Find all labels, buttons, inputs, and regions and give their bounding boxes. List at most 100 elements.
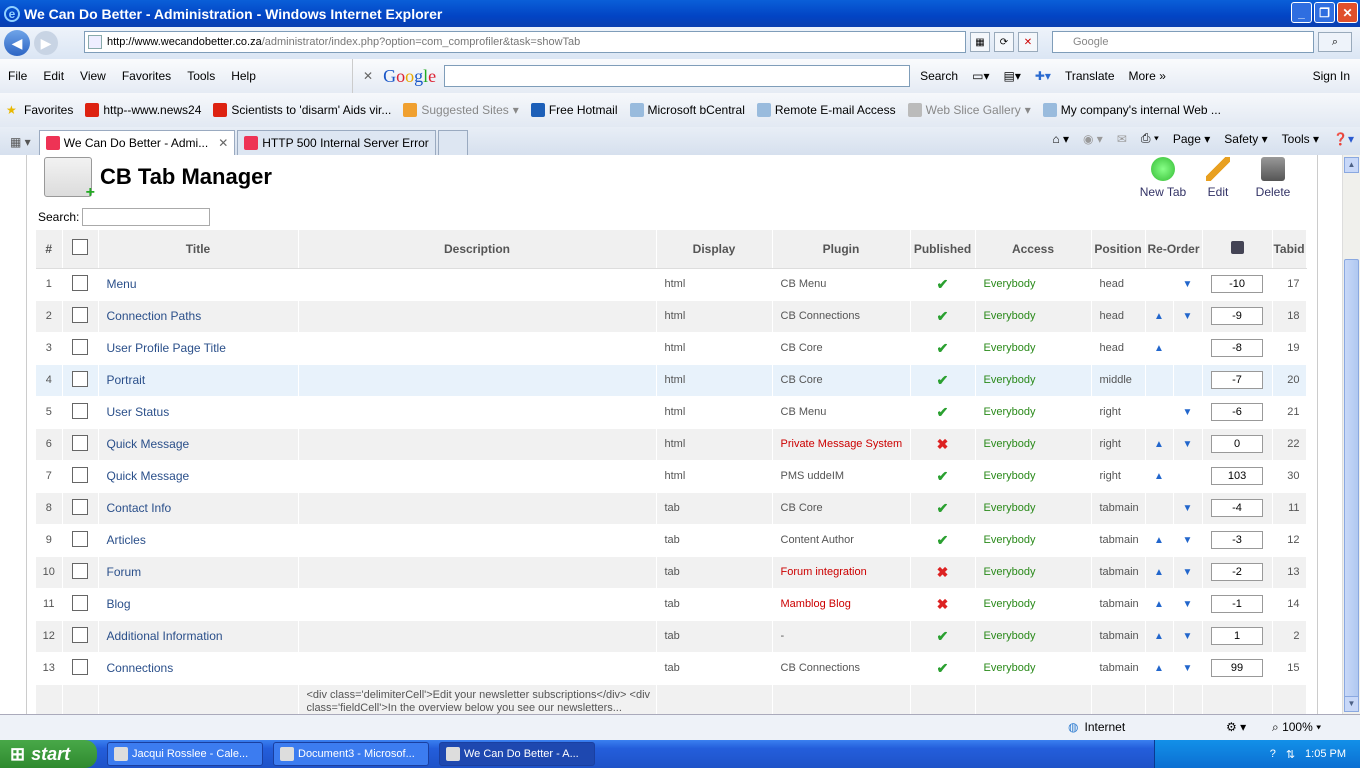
compat-view-button[interactable]: ▦ — [970, 32, 990, 52]
move-down-cell[interactable]: ▼ — [1173, 524, 1203, 557]
move-up-icon[interactable]: ▲ — [1154, 471, 1164, 482]
scroll-up-icon[interactable]: ▲ — [1344, 157, 1359, 173]
move-down-cell[interactable]: ▼ — [1173, 428, 1203, 461]
move-up-icon[interactable]: ▲ — [1154, 311, 1164, 322]
move-down-icon[interactable]: ▼ — [1183, 279, 1193, 290]
published-toggle[interactable]: ✔ — [910, 364, 976, 397]
tab-title-link[interactable]: Contact Info — [98, 492, 299, 525]
order-input[interactable]: 1 — [1211, 627, 1264, 645]
row-checkbox[interactable] — [72, 402, 88, 419]
move-up-cell[interactable]: ▲ — [1145, 620, 1174, 653]
plus-icon[interactable]: ✚▾ — [1035, 69, 1051, 83]
order-input[interactable]: -4 — [1211, 499, 1264, 517]
page-tools-icon[interactable]: ▤▾ — [1003, 69, 1020, 83]
google-search-button[interactable]: Search — [920, 69, 958, 83]
tab-title-link[interactable]: Portrait — [98, 364, 299, 397]
move-up-icon[interactable]: ▲ — [1154, 343, 1164, 354]
move-up-cell[interactable]: ▲ — [1145, 460, 1174, 493]
row-checkbox[interactable] — [72, 466, 88, 483]
move-up-icon[interactable]: ▲ — [1154, 535, 1164, 546]
fav-item[interactable]: Web Slice Gallery ▾ — [902, 103, 1037, 117]
menu-edit[interactable]: Edit — [35, 69, 72, 83]
help-icon[interactable]: ❓▾ — [1333, 132, 1354, 146]
close-icon[interactable]: ✕ — [363, 69, 373, 83]
row-checkbox[interactable] — [72, 306, 88, 323]
tools-icon[interactable]: ▭▾ — [972, 69, 989, 83]
move-up-cell[interactable]: ▲ — [1145, 332, 1174, 365]
row-checkbox[interactable] — [72, 370, 88, 387]
order-input[interactable]: -1 — [1211, 595, 1264, 613]
fav-item[interactable]: Microsoft bCentral — [624, 103, 751, 117]
move-up-icon[interactable]: ▲ — [1154, 663, 1164, 674]
tab-title-link[interactable]: Quick Message — [98, 428, 299, 461]
move-up-cell[interactable]: ▲ — [1145, 428, 1174, 461]
taskbar-item[interactable]: Document3 - Microsof... — [273, 742, 429, 766]
home-icon[interactable]: ⌂ ▾ — [1052, 132, 1069, 146]
order-input[interactable]: -7 — [1211, 371, 1264, 389]
published-toggle[interactable]: ✔ — [910, 460, 976, 493]
translate-button[interactable]: Translate — [1065, 69, 1115, 83]
menu-tools[interactable]: Tools — [179, 69, 223, 83]
tab-title-link[interactable]: User Status — [98, 396, 299, 429]
menu-help[interactable]: Help — [223, 69, 264, 83]
delete-button[interactable]: Delete — [1243, 157, 1303, 199]
col-title[interactable]: Title — [98, 230, 299, 269]
move-down-icon[interactable]: ▼ — [1183, 631, 1193, 642]
move-down-cell[interactable]: ▼ — [1173, 588, 1203, 621]
tab-title-link[interactable]: Forum — [98, 556, 299, 589]
move-down-icon[interactable]: ▼ — [1183, 599, 1193, 610]
row-checkbox[interactable] — [72, 274, 88, 291]
move-up-cell[interactable]: ▲ — [1145, 300, 1174, 333]
published-toggle[interactable]: ✔ — [910, 332, 976, 365]
order-input[interactable]: -2 — [1211, 563, 1264, 581]
search-icon[interactable]: ⌕ — [1318, 32, 1352, 52]
menu-favorites[interactable]: Favorites — [114, 69, 179, 83]
move-down-cell[interactable]: ▼ — [1173, 620, 1203, 653]
stop-button[interactable]: ✕ — [1018, 32, 1038, 52]
row-checkbox[interactable] — [72, 530, 88, 547]
edit-button[interactable]: Edit — [1188, 157, 1248, 199]
print-icon[interactable]: ⎙ ▾ — [1141, 131, 1159, 146]
order-input[interactable]: 0 — [1211, 435, 1264, 453]
move-up-cell[interactable]: ▲ — [1145, 652, 1174, 685]
move-up-icon[interactable]: ▲ — [1154, 631, 1164, 642]
published-toggle[interactable]: ✖ — [910, 556, 976, 589]
move-down-cell[interactable]: ▼ — [1173, 492, 1203, 525]
close-tab-icon[interactable]: ✕ — [218, 136, 228, 150]
move-down-cell[interactable]: ▼ — [1173, 652, 1203, 685]
move-down-cell[interactable]: ▼ — [1173, 556, 1203, 589]
move-down-icon[interactable]: ▼ — [1183, 663, 1193, 674]
published-toggle[interactable]: ✔ — [910, 524, 976, 557]
protected-mode-icon[interactable]: ⚙ ▾ — [1226, 720, 1246, 734]
close-button[interactable]: ✕ — [1337, 2, 1358, 23]
published-toggle[interactable]: ✔ — [910, 492, 976, 525]
published-toggle[interactable]: ✔ — [910, 396, 976, 429]
row-checkbox[interactable] — [72, 626, 88, 643]
row-checkbox[interactable] — [72, 338, 88, 355]
order-input[interactable]: 99 — [1211, 659, 1264, 677]
move-down-cell[interactable]: ▼ — [1173, 396, 1203, 429]
address-input[interactable]: http://www.wecandobetter.co.za/administr… — [84, 31, 966, 53]
refresh-button[interactable]: ⟳ — [994, 32, 1014, 52]
move-up-icon[interactable]: ▲ — [1154, 439, 1164, 450]
page-scrollbar[interactable]: ▲ ▼ — [1342, 155, 1360, 714]
fav-item[interactable]: http--www.news24 — [79, 103, 207, 117]
move-down-icon[interactable]: ▼ — [1183, 567, 1193, 578]
tab-title-link[interactable]: Articles — [98, 524, 299, 557]
scroll-down-icon[interactable]: ▼ — [1344, 696, 1359, 712]
published-toggle[interactable]: ✔ — [910, 300, 976, 333]
safety-menu[interactable]: Safety ▾ — [1224, 132, 1267, 146]
menu-view[interactable]: View — [72, 69, 114, 83]
published-toggle[interactable]: ✔ — [910, 268, 976, 301]
fav-item[interactable]: My company's internal Web ... — [1037, 103, 1227, 117]
move-up-cell[interactable]: ▲ — [1145, 588, 1174, 621]
browser-tab-active[interactable]: We Can Do Better - Admi... ✕ — [38, 130, 236, 155]
fav-item[interactable]: Free Hotmail — [525, 103, 624, 117]
more-button[interactable]: More » — [1129, 69, 1166, 83]
row-checkbox[interactable] — [72, 594, 88, 611]
fav-item[interactable]: Suggested Sites ▾ — [397, 103, 524, 117]
select-all-checkbox[interactable] — [72, 239, 88, 256]
zoom-level[interactable]: ⌕ 100% ▾ — [1272, 720, 1321, 735]
maximize-button[interactable]: ❐ — [1314, 2, 1335, 23]
search-input[interactable]: Google — [1052, 31, 1314, 53]
